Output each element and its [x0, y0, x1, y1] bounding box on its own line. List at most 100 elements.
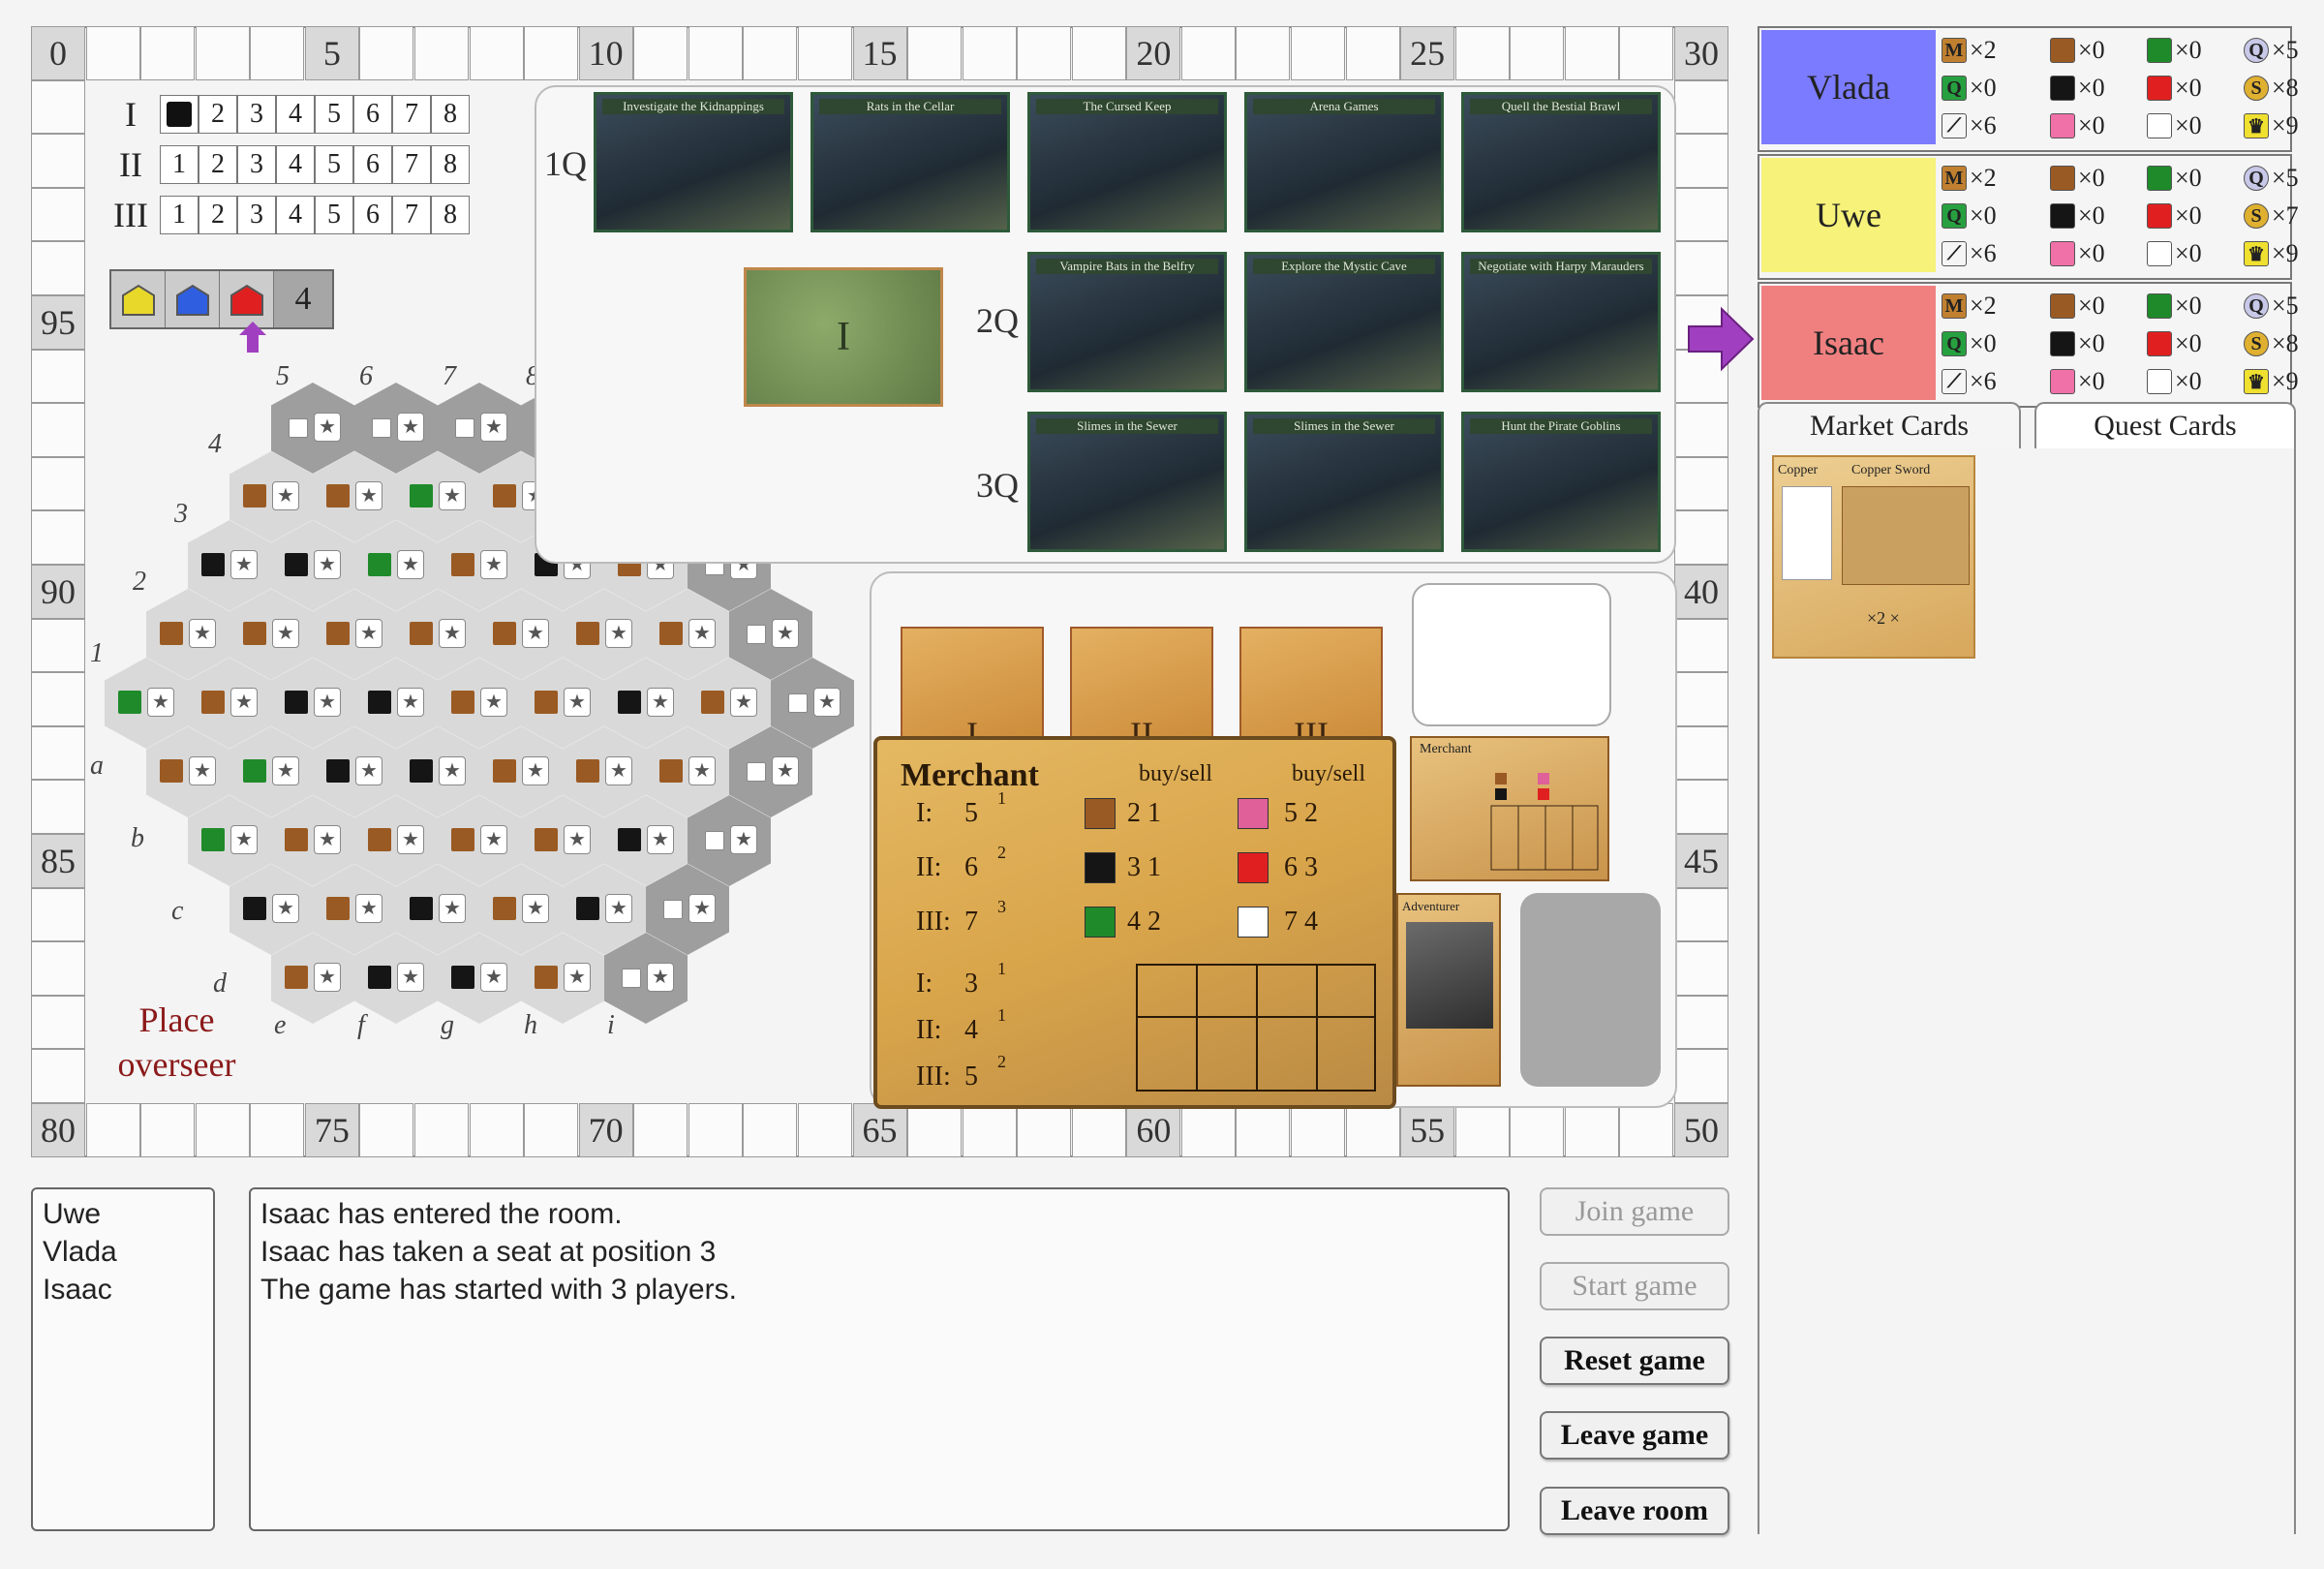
- chat-log[interactable]: Isaac has entered the room. Isaac has ta…: [249, 1187, 1510, 1531]
- start-game-button[interactable]: Start game: [1540, 1262, 1729, 1310]
- brown-cube-icon: [535, 691, 558, 714]
- level-box: 3: [237, 196, 276, 234]
- player-stat-Q: Q ×0: [1942, 201, 1997, 231]
- level-box: 7: [392, 196, 431, 234]
- adventurer-art: [1406, 922, 1493, 1029]
- quest-card[interactable]: Negotiate with Harpy Marauders: [1461, 252, 1661, 392]
- quest-card[interactable]: Vampire Bats in the Belfry: [1027, 252, 1227, 392]
- track-space: [1564, 26, 1619, 80]
- reset-game-button[interactable]: Reset game: [1540, 1337, 1729, 1385]
- level-box: [160, 95, 199, 134]
- hex-coord-label: 4: [208, 429, 222, 459]
- track-space: 40: [1674, 565, 1728, 619]
- discard-slot[interactable]: [1520, 893, 1661, 1087]
- player-stat-value: ×0: [2175, 329, 2202, 357]
- user-list-item[interactable]: Isaac: [43, 1271, 203, 1308]
- merchant-quest-bonus: 1: [997, 959, 1006, 978]
- worker-icon: ★: [647, 963, 674, 992]
- tab-quest-cards[interactable]: Quest Cards: [2034, 402, 2296, 448]
- quest-deck[interactable]: I: [744, 267, 943, 407]
- player-stat-white: ×0: [2147, 239, 2202, 268]
- round-counter: 4: [274, 271, 332, 327]
- quest-card-title: Hunt the Pirate Goblins: [1470, 418, 1652, 434]
- empty-slot-icon: [747, 762, 766, 782]
- player-stat-value: ×9: [2272, 111, 2299, 139]
- brown-cube-icon: [326, 622, 350, 645]
- player-stat-value: ×0: [1970, 329, 1997, 357]
- quest-card[interactable]: Quell the Bestial Brawl: [1461, 92, 1661, 232]
- quest-deck-label: I: [837, 315, 850, 359]
- player-stat-quest: Q ×5: [2244, 292, 2299, 321]
- empty-slot-icon: [289, 418, 308, 438]
- track-space: [1674, 456, 1728, 511]
- player-stat-brown: ×0: [2050, 292, 2105, 321]
- tab-market-cards[interactable]: Market Cards: [1758, 402, 2021, 448]
- hex-coord-label: 2: [133, 567, 146, 597]
- quest-row-label-2: 2Q: [976, 301, 1019, 340]
- worker-icon: ★: [230, 688, 258, 717]
- worker-icon: ★: [480, 550, 507, 579]
- turn-arrow-icon: [239, 322, 266, 353]
- user-list[interactable]: Uwe Vlada Isaac: [31, 1187, 215, 1531]
- track-space: [1619, 26, 1674, 80]
- player-stat-Q: Q ×0: [1942, 329, 1997, 358]
- leave-room-button[interactable]: Leave room: [1540, 1487, 1729, 1535]
- quest-card[interactable]: Rats in the Cellar: [810, 92, 1010, 232]
- user-list-item[interactable]: Uwe: [43, 1195, 203, 1233]
- track-space: [1674, 510, 1728, 565]
- player-stat-red: ×0: [2147, 329, 2202, 358]
- quest-card[interactable]: Explore the Mystic Cave: [1244, 252, 1444, 392]
- track-space: [962, 1103, 1017, 1157]
- track-space: [797, 26, 852, 80]
- quest-card-title: Vampire Bats in the Belfry: [1036, 259, 1218, 274]
- quest-card[interactable]: Slimes in the Sewer: [1027, 412, 1227, 552]
- merchant-card[interactable]: Merchant buy/sell buy/sell I: 5 1 2 15 2 II:…: [873, 736, 1396, 1109]
- player-stat-value: ×6: [1970, 367, 1997, 395]
- player-stat-value: ×0: [2078, 329, 2105, 357]
- worker-icon: ★: [730, 688, 757, 717]
- quest-card[interactable]: The Cursed Keep: [1027, 92, 1227, 232]
- hex-coord-label: 7: [443, 361, 456, 391]
- player-stat-value: ×0: [2078, 74, 2105, 102]
- merchant-mini-card[interactable]: Merchant: [1410, 736, 1609, 881]
- quest-row-label-1: 1Q: [544, 144, 587, 183]
- empty-slot-icon: [622, 969, 641, 988]
- hex-coord-label: b: [131, 823, 144, 853]
- player-stat-value: ×0: [2175, 239, 2202, 267]
- worker-icon: ★: [564, 688, 591, 717]
- green-cube-icon: [118, 691, 141, 714]
- merchant-title: Merchant: [901, 757, 1039, 793]
- player-stat-crown: ♛ ×9: [2244, 111, 2299, 140]
- quest-card[interactable]: Arena Games: [1244, 92, 1444, 232]
- sword-icon: ⟋: [1942, 113, 1967, 138]
- leave-game-button[interactable]: Leave game: [1540, 1411, 1729, 1460]
- quest-card[interactable]: Hunt the Pirate Goblins: [1461, 412, 1661, 552]
- sword-icon: ⟋: [1942, 241, 1967, 266]
- track-space: [359, 1103, 414, 1157]
- level-track-2: II 1 2 3 4 5 6 7 8: [102, 144, 470, 185]
- brown-cube-icon: [285, 966, 308, 989]
- copper-sword-card[interactable]: Copper Copper Sword ×2 ×: [1772, 455, 1975, 659]
- player-stat-value: ×7: [2272, 201, 2299, 230]
- brown-cube-icon: [326, 484, 350, 508]
- player-name: Isaac: [1761, 286, 1936, 400]
- empty-card-slot[interactable]: [1412, 583, 1611, 726]
- merchant-cost: 6: [964, 852, 978, 882]
- player-stat-value: ×8: [2272, 74, 2299, 102]
- track-space: 10: [578, 26, 633, 80]
- track-space: [250, 26, 305, 80]
- join-game-button[interactable]: Join game: [1540, 1187, 1729, 1236]
- player-stat-brown: ×0: [2050, 36, 2105, 65]
- merchant-quest-cost: 5: [964, 1061, 978, 1092]
- user-list-item[interactable]: Vlada: [43, 1233, 203, 1271]
- overseer-turn-order: 4: [109, 269, 334, 329]
- brown-cube-icon: [285, 828, 308, 851]
- red-icon: [2147, 331, 2172, 356]
- quest-card[interactable]: Investigate the Kidnappings: [594, 92, 793, 232]
- sword-icon: ⟋: [1942, 369, 1967, 394]
- brown-cube-icon: [160, 622, 183, 645]
- copper-card-title-2: Copper Sword: [1851, 463, 1931, 477]
- worker-icon: ★: [355, 481, 382, 510]
- quest-card[interactable]: Slimes in the Sewer: [1244, 412, 1444, 552]
- adventurer-card[interactable]: Adventurer: [1396, 893, 1501, 1087]
